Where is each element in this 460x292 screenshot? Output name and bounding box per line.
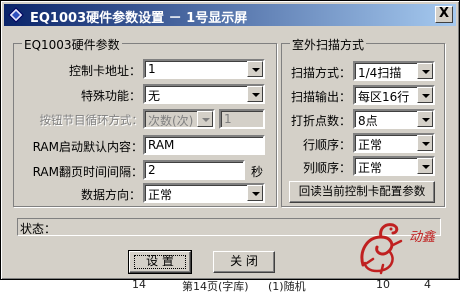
data-direction-value: 正常 [148, 188, 173, 202]
ram-default-label: RAM启动默认内容： [32, 140, 143, 154]
loop-mode-label: 按钮节目循环方式： [39, 113, 144, 127]
data-direction-label: 数据方向： [80, 188, 141, 202]
scan-mode-label: 扫描方式： [290, 66, 351, 80]
ram-default-input[interactable]: RAM [143, 135, 265, 155]
reload-config-button[interactable]: 回读当前控制卡配置参数 [289, 181, 435, 203]
settings-dialog: EQ1003硬件参数设置 － 1号显示屏 X EQ1003硬件参数 控制卡地址：… [0, 0, 460, 280]
window-title: EQ1003硬件参数设置 － 1号显示屏 [30, 11, 248, 26]
column-order-select[interactable]: 正常 [353, 156, 435, 176]
fold-points-value: 8点 [358, 114, 378, 128]
special-function-label: 特殊功能： [80, 89, 141, 103]
dragon-logo-icon: 动鑫 [360, 223, 437, 275]
ram-flip-interval-value: 2 [148, 163, 156, 177]
hardware-params-legend: EQ1003硬件参数 [22, 36, 122, 53]
loop-mode-select: 次数(次) [143, 109, 215, 129]
scan-mode-legend: 室外扫描方式 [290, 36, 367, 53]
scan-mode-select[interactable]: 1/4扫描 [353, 61, 435, 81]
close-window-button[interactable]: X [435, 6, 453, 23]
chevron-down-icon[interactable] [417, 87, 433, 103]
ram-flip-interval-label: RAM翻页时间间隔： [32, 165, 143, 179]
loop-count-input: 1 [219, 109, 265, 129]
special-function-value: 无 [148, 89, 161, 103]
chevron-down-icon[interactable] [417, 135, 433, 151]
row-order-value: 正常 [358, 138, 383, 152]
title-bar[interactable]: EQ1003硬件参数设置 － 1号显示屏 X [4, 4, 456, 26]
loop-mode-value: 次数(次) [148, 114, 194, 128]
chevron-down-icon[interactable] [247, 185, 263, 201]
close-button[interactable]: 关 闭 [213, 251, 275, 273]
chevron-down-icon[interactable] [417, 63, 433, 79]
scan-mode-value: 1/4扫描 [358, 66, 402, 80]
set-button[interactable]: 设 置 [128, 250, 192, 274]
row-order-select[interactable]: 正常 [353, 133, 435, 153]
card-address-value: 1 [148, 62, 156, 76]
seconds-unit-label: 秒 [251, 165, 264, 179]
chevron-down-icon[interactable] [247, 61, 263, 77]
fold-points-select[interactable]: 8点 [353, 109, 435, 129]
special-function-select[interactable]: 无 [143, 84, 265, 104]
focus-rect [134, 255, 186, 269]
fold-points-label: 打折点数： [290, 114, 351, 128]
scan-output-select[interactable]: 每区16行 [353, 85, 435, 105]
column-order-label: 列顺序： [302, 161, 351, 175]
scan-output-value: 每区16行 [358, 90, 410, 104]
chevron-down-icon[interactable] [417, 111, 433, 127]
row-order-label: 行顺序： [302, 138, 351, 152]
loop-count-value: 1 [224, 112, 232, 126]
background-table-row: 14 第14页(字库) (1)随机 10 4 [0, 278, 460, 292]
card-address-label: 控制卡地址： [68, 64, 141, 78]
scan-output-label: 扫描输出： [290, 90, 351, 104]
bg-cell: (1)随机 [268, 280, 306, 292]
logo-text: 动鑫 [409, 229, 437, 245]
chevron-down-icon [197, 111, 213, 127]
column-order-value: 正常 [358, 161, 383, 175]
bg-cell: 第14页(字库) [182, 280, 249, 292]
chevron-down-icon[interactable] [247, 86, 263, 102]
ram-default-value: RAM [148, 138, 175, 152]
app-diamond-icon [8, 7, 24, 23]
ram-flip-interval-input[interactable]: 2 [143, 160, 245, 180]
chevron-down-icon[interactable] [417, 158, 433, 174]
status-label: 状态： [20, 222, 57, 236]
card-address-select[interactable]: 1 [143, 59, 265, 79]
data-direction-select[interactable]: 正常 [143, 183, 265, 203]
